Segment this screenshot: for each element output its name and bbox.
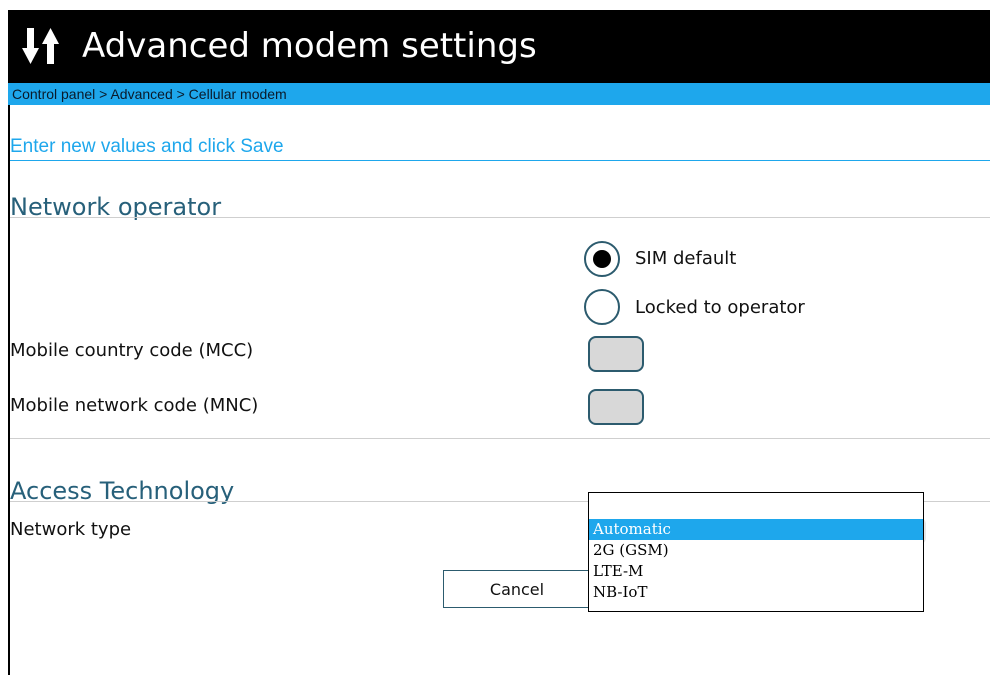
dropdown-filter-area [589,493,923,519]
breadcrumb: Control panel > Advanced > Cellular mode… [8,83,990,105]
dropdown-option-2g-gsm[interactable]: 2G (GSM) [589,540,923,561]
radio-selected-dot [593,250,611,268]
radio-label-sim-default: SIM default [635,248,737,269]
cancel-button[interactable]: Cancel [443,570,591,608]
mnc-input[interactable] [588,389,644,425]
network-type-dropdown[interactable]: Automatic 2G (GSM) LTE-M NB-IoT [588,492,924,612]
mcc-input[interactable] [588,336,644,372]
mnc-label: Mobile network code (MNC) [10,395,259,416]
up-down-arrows-icon [22,28,59,64]
dropdown-options: Automatic 2G (GSM) LTE-M NB-IoT [589,519,923,603]
dropdown-option-automatic[interactable]: Automatic [589,519,923,540]
dropdown-option-lte-m[interactable]: LTE-M [589,561,923,582]
page-header: Advanced modem settings [8,10,990,83]
section-divider [10,217,990,218]
breadcrumb-text[interactable]: Control panel > Advanced > Cellular mode… [12,83,287,105]
radio-sim-default[interactable] [584,241,620,277]
instructions-text: Enter new values and click Save [10,136,284,157]
radio-locked-to-operator[interactable] [584,289,620,325]
instructions-divider [10,160,990,161]
page-title: Advanced modem settings [82,26,537,66]
radio-label-locked-to-operator: Locked to operator [635,297,805,318]
section-divider [10,438,990,439]
network-type-label: Network type [10,519,132,540]
dropdown-option-nb-iot[interactable]: NB-IoT [589,582,923,603]
mcc-label: Mobile country code (MCC) [10,340,254,361]
